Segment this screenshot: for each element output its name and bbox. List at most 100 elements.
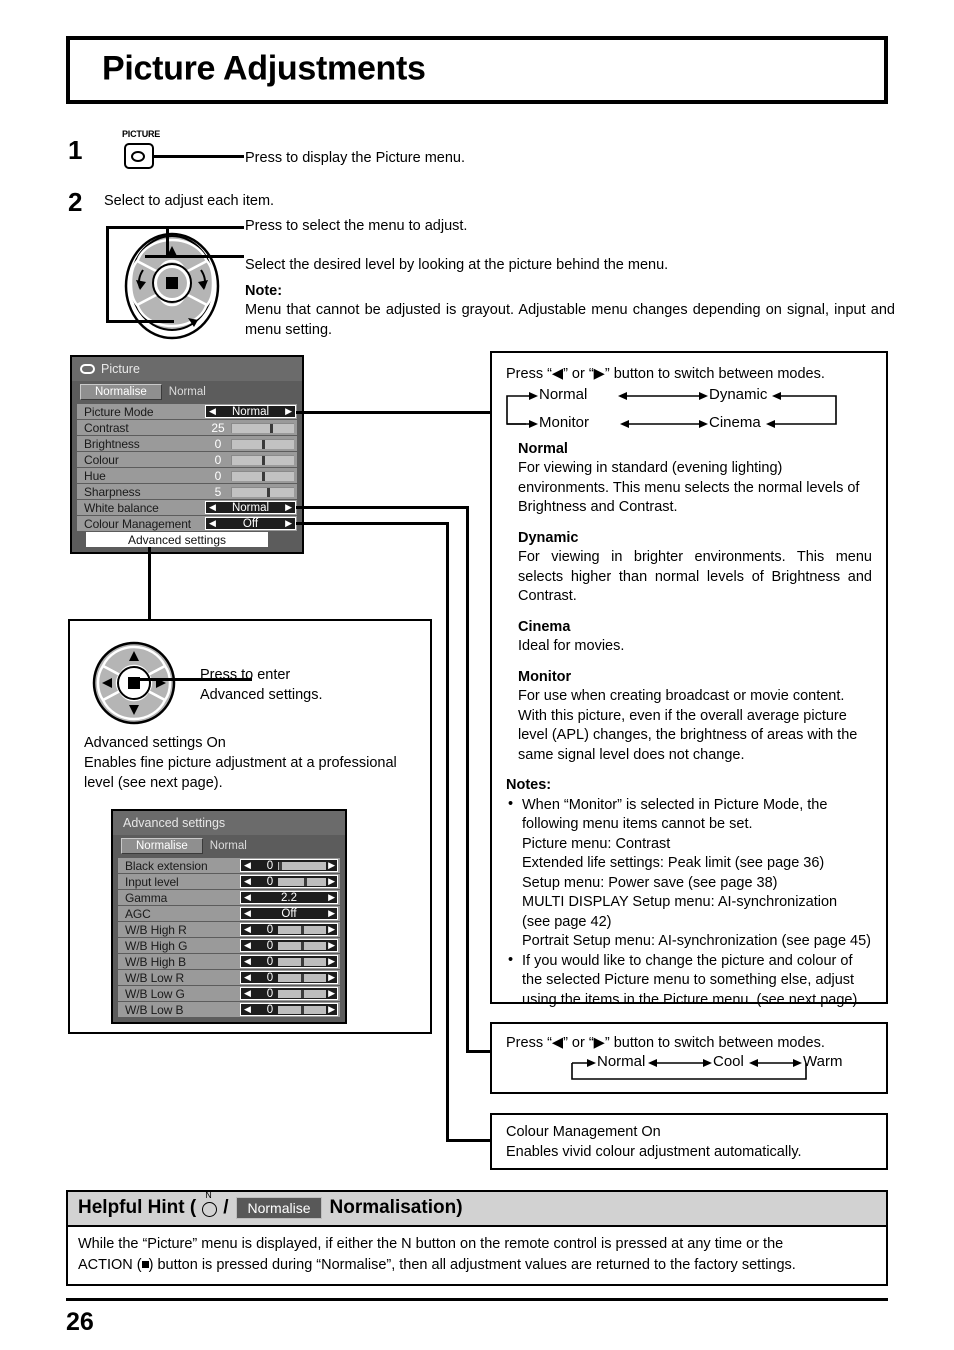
slider-knob[interactable] <box>301 925 304 934</box>
osd-slider-wb-low-g[interactable] <box>278 989 326 998</box>
osd-control-wb-low-b[interactable]: ◀ 0 ▶ <box>240 1003 338 1016</box>
slider-knob[interactable] <box>301 957 304 966</box>
osd-slider-sharpness[interactable] <box>231 486 294 497</box>
osd-select-colour-management[interactable]: ◀ Off ▶ <box>205 517 296 530</box>
right-arrow-icon[interactable]: ▶ <box>328 1005 335 1014</box>
left-arrow-icon[interactable]: ◀ <box>244 877 251 886</box>
left-arrow-icon[interactable]: ◀ <box>244 861 251 870</box>
enter-dpad-icon[interactable] <box>90 639 178 732</box>
slider-knob[interactable] <box>301 1005 304 1014</box>
normalise-button[interactable]: Normalise <box>80 384 162 400</box>
slider-knob[interactable] <box>301 989 304 998</box>
osd-row-colour[interactable]: Colour 0 <box>77 452 297 467</box>
osd-row-white-balance[interactable]: White balance ◀ Normal ▶ <box>77 500 297 515</box>
picture-menu-osd[interactable]: Picture Normalise Normal Picture Mode ◀ … <box>70 355 304 554</box>
slider-knob[interactable] <box>261 455 265 465</box>
osd-slider-wb-high-g[interactable] <box>278 941 326 950</box>
osd-row-black-extension[interactable]: Black extension ◀ 0 ▶ <box>118 858 340 873</box>
left-arrow-icon[interactable]: ◀ <box>209 503 216 512</box>
right-arrow-icon[interactable]: ▶ <box>328 941 335 950</box>
osd-slider-hue[interactable] <box>231 470 294 481</box>
osd-control-wb-low-r[interactable]: ◀ 0 ▶ <box>240 971 338 984</box>
leader-colour-mgmt-end <box>446 1139 492 1142</box>
osd-control-agc[interactable]: ◀ Off ▶ <box>240 907 338 920</box>
left-arrow-icon[interactable]: ◀ <box>244 909 251 918</box>
right-arrow-icon[interactable]: ▶ <box>328 909 335 918</box>
right-arrow-icon[interactable]: ▶ <box>328 957 335 966</box>
right-arrow-icon[interactable]: ▶ <box>328 925 335 934</box>
slider-knob[interactable] <box>261 471 265 481</box>
osd-row-wb-low-b[interactable]: W/B Low B ◀ 0 ▶ <box>118 1002 340 1017</box>
osd-control-gamma[interactable]: ◀ 2.2 ▶ <box>240 891 338 904</box>
slider-knob[interactable] <box>304 877 307 886</box>
osd-row-advanced-settings[interactable]: Advanced settings <box>77 532 297 547</box>
osd-control-wb-high-g[interactable]: ◀ 0 ▶ <box>240 939 338 952</box>
advanced-normalise-button[interactable]: Normalise <box>121 838 203 854</box>
right-arrow-icon[interactable]: ▶ <box>285 503 292 512</box>
right-arrow-icon[interactable]: ▶ <box>285 519 292 528</box>
slider-knob[interactable] <box>270 423 274 433</box>
right-arrow-icon[interactable]: ▶ <box>328 861 335 870</box>
osd-select-picture-mode[interactable]: ◀ Normal ▶ <box>205 405 296 418</box>
osd-row-wb-high-g[interactable]: W/B High G ◀ 0 ▶ <box>118 938 340 953</box>
picture-osd-rows: Picture Mode ◀ Normal ▶ Contrast 25 Brig… <box>72 404 302 552</box>
left-arrow-icon[interactable]: ◀ <box>244 925 251 934</box>
osd-row-picture-mode[interactable]: Picture Mode ◀ Normal ▶ <box>77 404 297 419</box>
osd-control-black-extension[interactable]: ◀ 0 ▶ <box>240 859 338 872</box>
osd-slider-wb-low-r[interactable] <box>278 973 326 982</box>
advanced-settings-osd[interactable]: Advanced settings Normalise Normal Black… <box>111 809 347 1024</box>
wb-cycle-warm: Warm <box>803 1052 843 1070</box>
right-arrow-icon[interactable]: ▶ <box>285 407 292 416</box>
osd-row-agc[interactable]: AGC ◀ Off ▶ <box>118 906 340 921</box>
right-arrow-icon[interactable]: ▶ <box>328 989 335 998</box>
osd-slider-wb-high-b[interactable] <box>278 957 326 966</box>
osd-slider-colour[interactable] <box>231 454 294 465</box>
osd-control-wb-low-g[interactable]: ◀ 0 ▶ <box>240 987 338 1000</box>
left-arrow-icon[interactable]: ◀ <box>244 973 251 982</box>
osd-row-sharpness[interactable]: Sharpness 5 <box>77 484 297 499</box>
left-arrow-icon[interactable]: ◀ <box>244 957 251 966</box>
advanced-osd-header: Advanced settings <box>113 811 345 835</box>
osd-label-wb-high-b: W/B High B <box>125 954 187 969</box>
osd-row-wb-high-b[interactable]: W/B High B ◀ 0 ▶ <box>118 954 340 969</box>
right-arrow-icon[interactable]: ▶ <box>328 893 335 902</box>
osd-row-wb-high-r[interactable]: W/B High R ◀ 0 ▶ <box>118 922 340 937</box>
left-arrow-icon[interactable]: ◀ <box>209 519 216 528</box>
osd-control-wb-high-r[interactable]: ◀ 0 ▶ <box>240 923 338 936</box>
osd-slider-brightness[interactable] <box>231 438 294 449</box>
left-arrow-icon[interactable]: ◀ <box>244 989 251 998</box>
right-arrow-icon[interactable]: ▶ <box>328 973 335 982</box>
osd-slider-wb-high-r[interactable] <box>278 925 326 934</box>
osd-control-wb-high-b[interactable]: ◀ 0 ▶ <box>240 955 338 968</box>
helpful-hint-slash: / <box>223 1197 229 1218</box>
osd-row-input-level[interactable]: Input level ◀ 0 ▶ <box>118 874 340 889</box>
slider-knob[interactable] <box>301 941 304 950</box>
right-arrow-icon[interactable]: ▶ <box>328 877 335 886</box>
osd-select-white-balance[interactable]: ◀ Normal ▶ <box>205 501 296 514</box>
osd-slider-contrast[interactable] <box>231 422 294 433</box>
left-arrow-icon[interactable]: ◀ <box>244 1005 251 1014</box>
slider-knob[interactable] <box>261 439 265 449</box>
left-arrow-icon[interactable]: ◀ <box>244 893 251 902</box>
osd-row-hue[interactable]: Hue 0 <box>77 468 297 483</box>
osd-label-wb-high-g: W/B High G <box>125 938 188 953</box>
osd-slider-wb-low-b[interactable] <box>278 1005 326 1014</box>
slider-knob[interactable] <box>279 861 282 870</box>
osd-row-colour-management[interactable]: Colour Management ◀ Off ▶ <box>77 516 297 531</box>
osd-row-gamma[interactable]: Gamma ◀ 2.2 ▶ <box>118 890 340 905</box>
osd-control-input-level[interactable]: ◀ 0 ▶ <box>240 875 338 888</box>
footer-rule <box>66 1298 888 1301</box>
advanced-settings-button[interactable]: Advanced settings <box>86 532 268 547</box>
osd-row-wb-low-g[interactable]: W/B Low G ◀ 0 ▶ <box>118 986 340 1001</box>
osd-row-brightness[interactable]: Brightness 0 <box>77 436 297 451</box>
picture-button-icon[interactable] <box>124 143 154 169</box>
osd-slider-black-extension[interactable] <box>278 861 326 870</box>
left-arrow-icon[interactable]: ◀ <box>244 941 251 950</box>
osd-value-agc: Off <box>281 907 297 920</box>
slider-knob[interactable] <box>266 487 270 497</box>
slider-knob[interactable] <box>301 973 304 982</box>
osd-slider-input-level[interactable] <box>278 877 326 886</box>
left-arrow-icon[interactable]: ◀ <box>209 407 216 416</box>
osd-row-contrast[interactable]: Contrast 25 <box>77 420 297 435</box>
osd-row-wb-low-r[interactable]: W/B Low R ◀ 0 ▶ <box>118 970 340 985</box>
